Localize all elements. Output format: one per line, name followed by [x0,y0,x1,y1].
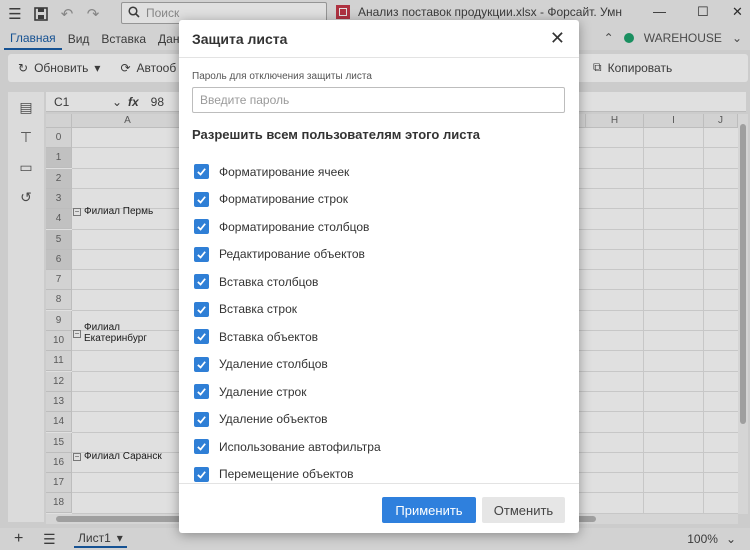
permission-label: Вставка строк [219,302,298,317]
permission-label: Удаление объектов [219,412,328,427]
close-icon[interactable]: ✕ [550,28,565,49]
permission-label: Перемещение объектов [219,467,354,482]
permission-item[interactable]: Удаление строк [194,378,564,406]
permission-item[interactable]: Удаление объектов [194,406,564,434]
permission-label: Форматирование ячеек [219,164,350,179]
cancel-button[interactable]: Отменить [482,497,565,523]
checkbox-checked-icon[interactable] [194,246,209,262]
apply-button[interactable]: Применить [382,497,476,523]
checkbox-checked-icon[interactable] [194,384,209,400]
permission-item[interactable]: Форматирование столбцов [194,213,564,241]
permissions-heading: Разрешить всем пользователям этого листа [192,127,481,142]
divider [179,483,579,484]
password-field[interactable] [192,87,565,113]
permission-label: Редактирование объектов [219,247,365,262]
checkbox-checked-icon[interactable] [194,466,209,482]
dialog-title: Защита листа [192,31,288,47]
permission-item[interactable]: Использование автофильтра [194,433,564,461]
checkbox-checked-icon[interactable] [194,356,209,372]
permissions-list: Форматирование ячеек Форматирование строк… [194,158,564,488]
permission-label: Удаление строк [219,384,307,399]
permission-item[interactable]: Форматирование строк [194,186,564,214]
checkbox-checked-icon[interactable] [194,164,209,180]
permission-label: Вставка столбцов [219,274,319,289]
permission-item[interactable]: Вставка столбцов [194,268,564,296]
permission-item[interactable]: Вставка объектов [194,323,564,351]
permission-label: Вставка объектов [219,329,319,344]
password-label: Пароль для отключения защиты листа [192,71,372,82]
permission-item[interactable]: Редактирование объектов [194,241,564,269]
permission-label: Использование автофильтра [219,439,381,454]
checkbox-checked-icon[interactable] [194,274,209,290]
permission-item[interactable]: Вставка строк [194,296,564,324]
checkbox-checked-icon[interactable] [194,191,209,207]
permission-label: Удаление столбцов [219,357,328,372]
permission-item[interactable]: Удаление столбцов [194,351,564,379]
checkbox-checked-icon[interactable] [194,219,209,235]
divider [179,57,579,58]
protect-sheet-dialog: Защита листа ✕ Пароль для отключения защ… [179,20,579,533]
permission-item[interactable]: Форматирование ячеек [194,158,564,186]
checkbox-checked-icon[interactable] [194,411,209,427]
checkbox-checked-icon[interactable] [194,301,209,317]
checkbox-checked-icon[interactable] [194,439,209,455]
checkbox-checked-icon[interactable] [194,329,209,345]
permission-label: Форматирование столбцов [219,219,370,234]
permission-label: Форматирование строк [219,192,349,207]
